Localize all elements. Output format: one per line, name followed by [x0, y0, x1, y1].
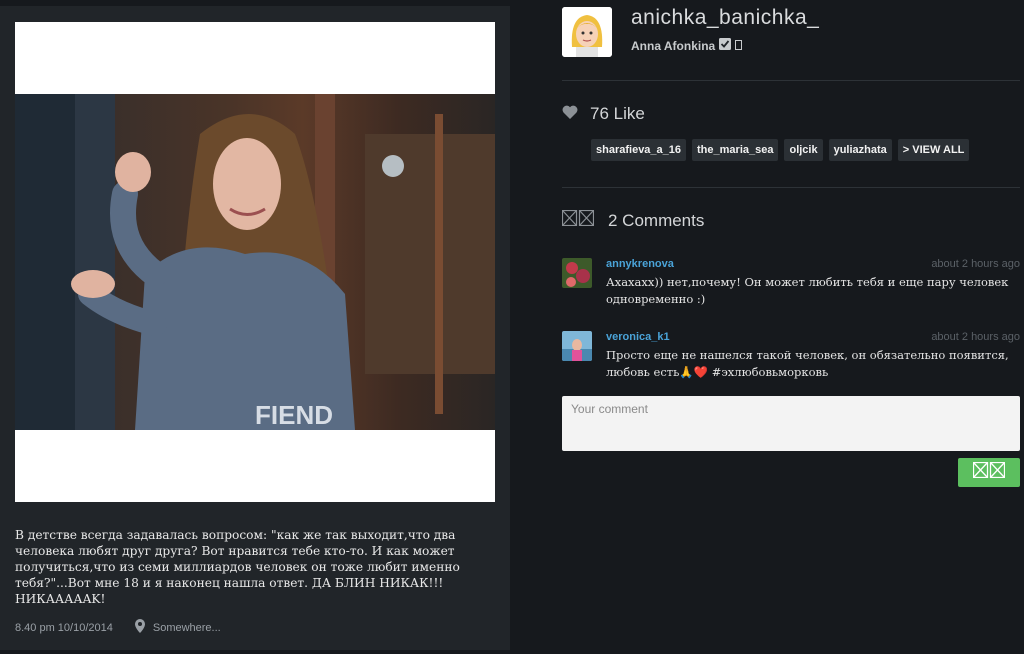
- liker-tag[interactable]: oljcik: [784, 139, 823, 161]
- comments-header: 2 Comments: [561, 209, 705, 231]
- location-pin-icon: [134, 619, 145, 636]
- comment-text: Просто еще не нашелся такой человек, он …: [606, 348, 1009, 379]
- send-comment-button[interactable]: [958, 458, 1020, 487]
- post-card: FIEND В детстве всегда задавалась вопрос…: [0, 6, 510, 650]
- hoodie-print: FIEND: [255, 400, 333, 430]
- profile-full-name-row: Anna Afonkina: [631, 38, 743, 53]
- divider: [562, 187, 1020, 188]
- liker-tag[interactable]: sharafieva_a_16: [591, 139, 687, 161]
- profile-full-name: Anna Afonkina: [631, 38, 716, 53]
- post-timestamp: 8.40 pm 10/10/2014: [15, 621, 113, 634]
- liker-tag[interactable]: yuliazhata: [828, 139, 892, 161]
- likes-row: 76 Like: [562, 104, 645, 124]
- verified-check-icon: [719, 38, 732, 53]
- heart-icon[interactable]: [562, 104, 578, 124]
- comment-time: about 2 hours ago: [931, 258, 1020, 270]
- missing-glyph-icon: [735, 39, 743, 53]
- page: FIEND В детстве всегда задавалась вопрос…: [0, 0, 1024, 654]
- commenter-avatar[interactable]: [562, 331, 592, 361]
- comment-time: about 2 hours ago: [931, 331, 1020, 343]
- commenter-username[interactable]: veronica_k1: [606, 331, 670, 343]
- post-details: anichka_banichka_ Anna Afonkina 76 Like: [561, 0, 1024, 654]
- post-meta: 8.40 pm 10/10/2014 Somewhere...: [15, 619, 221, 636]
- likes-count: 76 Like: [590, 104, 645, 123]
- post-photo-frame[interactable]: FIEND: [15, 22, 495, 502]
- post-caption: В детстве всегда задавалась вопросом: "к…: [15, 528, 460, 606]
- photo-illustration: FIEND: [15, 94, 495, 430]
- commenter-avatar[interactable]: [562, 258, 592, 288]
- comments-icon: [561, 209, 595, 231]
- comments-count: 2 Comments: [608, 210, 705, 230]
- comment-text: Ахахахх)) нет,почему! Он может любить те…: [606, 275, 1009, 306]
- view-all-likes-button[interactable]: > VIEW ALL: [897, 139, 970, 161]
- post-location[interactable]: Somewhere...: [153, 622, 221, 634]
- comment-input[interactable]: [562, 396, 1020, 451]
- post-photo[interactable]: FIEND: [15, 94, 495, 430]
- likers-list: sharafieva_a_16 the_maria_sea oljcik yul…: [591, 139, 970, 161]
- divider: [562, 80, 1020, 81]
- commenter-username[interactable]: annykrenova: [606, 258, 674, 270]
- send-icon: [972, 461, 1006, 483]
- profile-username[interactable]: anichka_banichka_: [631, 6, 819, 30]
- comment-item: veronica_k1 about 2 hours ago Просто еще…: [562, 331, 1022, 391]
- comment-item: annykrenova about 2 hours ago Ахахахх)) …: [562, 258, 1022, 318]
- liker-tag[interactable]: the_maria_sea: [692, 139, 779, 161]
- profile-avatar[interactable]: [562, 7, 612, 57]
